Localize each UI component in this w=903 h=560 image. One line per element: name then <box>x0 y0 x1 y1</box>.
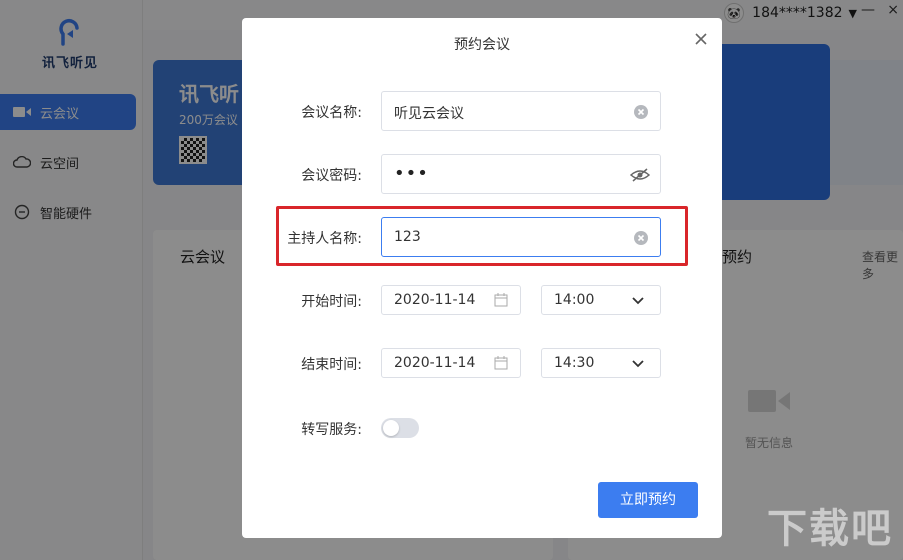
eye-off-icon[interactable] <box>630 167 650 183</box>
end-date-picker[interactable]: 2020-11-14 <box>381 348 521 378</box>
toggle-knob <box>383 420 399 436</box>
clear-icon[interactable] <box>633 104 649 120</box>
start-time-value: 14:00 <box>554 292 595 308</box>
watermark: 下载吧 <box>767 506 893 552</box>
start-date-value: 2020-11-14 <box>394 292 476 308</box>
meeting-name-input[interactable]: 听见云会议 <box>381 91 661 131</box>
end-time-label: 结束时间: <box>301 357 362 373</box>
chevron-down-icon <box>632 360 644 368</box>
end-time-select[interactable]: 14:30 <box>541 348 661 378</box>
schedule-meeting-dialog: 预约会议 会议名称: 听见云会议 会议密码: ••• 主持人名称: 123 开始… <box>242 18 722 538</box>
calendar-icon <box>494 293 508 307</box>
transcription-label: 转写服务: <box>301 422 362 438</box>
end-time-value: 14:30 <box>554 355 595 371</box>
meeting-name-label: 会议名称: <box>301 105 362 121</box>
dialog-title: 预约会议 <box>454 37 510 53</box>
meeting-password-input[interactable]: ••• <box>381 154 661 194</box>
end-date-value: 2020-11-14 <box>394 355 476 371</box>
start-date-picker[interactable]: 2020-11-14 <box>381 285 521 315</box>
close-icon[interactable] <box>694 32 708 46</box>
start-time-label: 开始时间: <box>301 294 362 310</box>
start-time-select[interactable]: 14:00 <box>541 285 661 315</box>
meeting-name-value: 听见云会议 <box>394 106 464 122</box>
chevron-down-icon <box>632 297 644 305</box>
transcription-toggle[interactable] <box>381 418 419 438</box>
meeting-password-label: 会议密码: <box>301 168 362 184</box>
password-value: ••• <box>394 163 429 184</box>
calendar-icon <box>494 356 508 370</box>
schedule-now-button[interactable]: 立即预约 <box>598 482 698 518</box>
annotation-highlight-box <box>276 206 688 266</box>
